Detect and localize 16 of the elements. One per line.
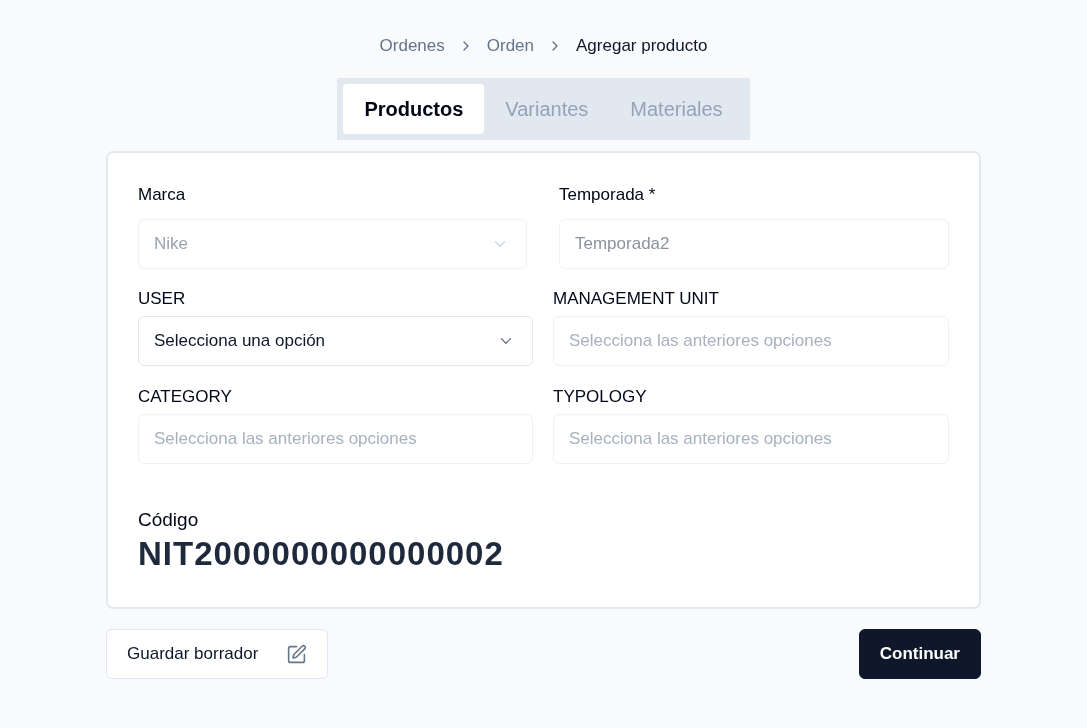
code-value: NIT2000000000000002 (138, 535, 504, 573)
breadcrumb-current: Agregar producto (576, 36, 708, 56)
field-label: CATEGORY (138, 386, 232, 408)
field-label: MANAGEMENT UNIT (553, 288, 719, 310)
breadcrumb-link[interactable]: Orden (486, 36, 535, 56)
edit-icon (286, 643, 308, 665)
breadcrumb-link[interactable]: Ordenes (379, 36, 445, 56)
field-label: TYPOLOGY (553, 386, 647, 408)
save-draft-button[interactable]: Guardar borrador (106, 629, 329, 679)
code-label: Código (138, 508, 199, 532)
field-label: Temporada * (559, 184, 656, 206)
continue-button[interactable]: Continuar (858, 629, 981, 679)
field-label: Marca (138, 184, 186, 206)
tab[interactable]: Productos (343, 84, 485, 134)
select-field[interactable]: Selecciona una opción (138, 316, 533, 366)
field-label: USER (138, 288, 186, 310)
